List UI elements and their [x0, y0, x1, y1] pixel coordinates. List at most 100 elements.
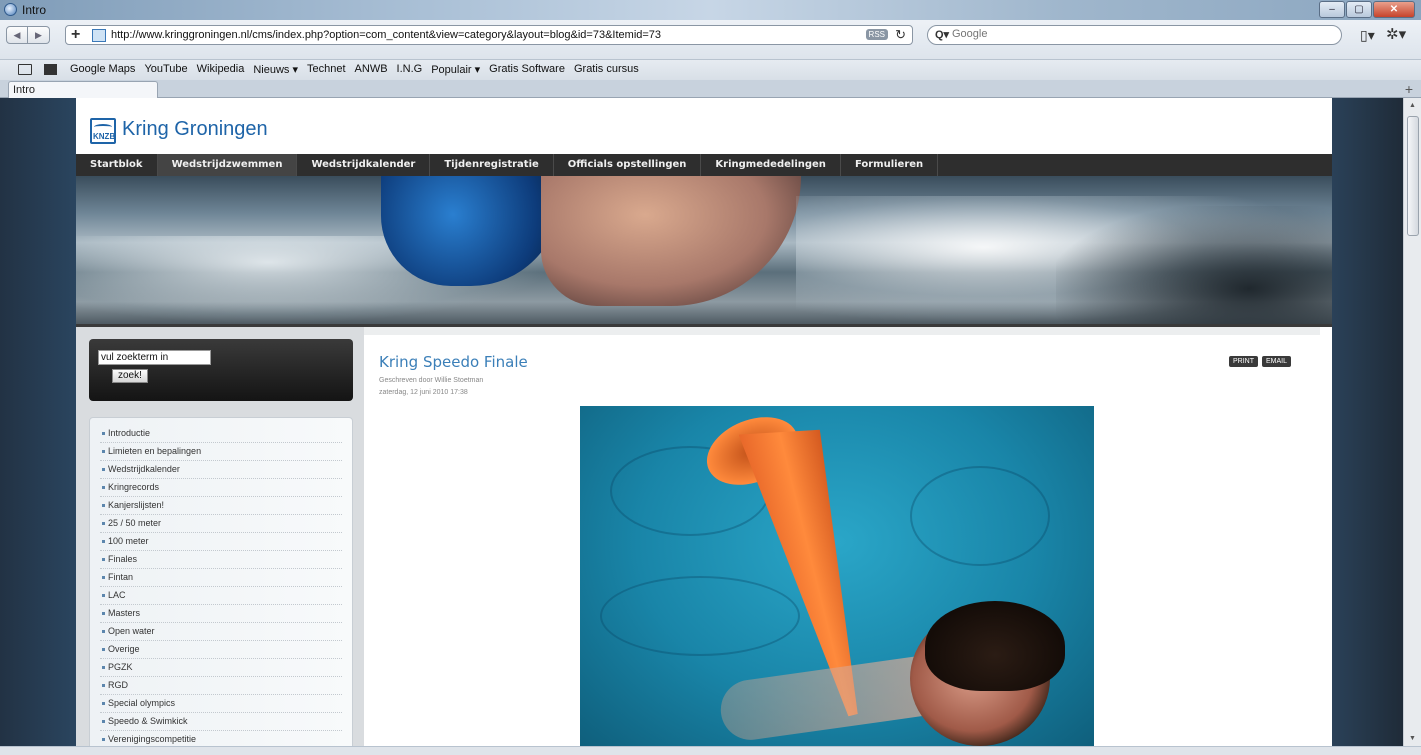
- sidebar-menu-item[interactable]: Special olympics: [100, 695, 342, 713]
- sidebar-menu-item[interactable]: Masters: [100, 605, 342, 623]
- bookmark-technet[interactable]: Technet: [307, 63, 346, 76]
- sidebar-menu-item-label: RGD: [108, 680, 128, 690]
- new-tab-button[interactable]: +: [1405, 81, 1413, 97]
- nav-kringmededelingen[interactable]: Kringmededelingen: [701, 154, 841, 176]
- sidebar-menu-item[interactable]: 25 / 50 meter: [100, 515, 342, 533]
- address-toolbar: ◀ ▶ + http://www.kringgroningen.nl/cms/i…: [0, 20, 1421, 60]
- reload-icon[interactable]: ↻: [895, 27, 906, 43]
- add-bookmark-icon[interactable]: +: [71, 26, 80, 44]
- sidebar-menu-item[interactable]: Wedstrijdkalender: [100, 461, 342, 479]
- sidebar-menu-item[interactable]: 100 meter: [100, 533, 342, 551]
- email-button[interactable]: EMAIL: [1262, 356, 1292, 367]
- print-button[interactable]: PRINT: [1229, 356, 1258, 367]
- window-title-bar: Intro – ▢ ✕: [0, 0, 1421, 20]
- sidebar-menu-item[interactable]: Verenigingscompetitie: [100, 731, 342, 746]
- sidebar-menu-item[interactable]: Speedo & Swimkick: [100, 713, 342, 731]
- site-container: KNZB Kring Groningen Startblok Wedstrijd…: [76, 98, 1332, 746]
- site-favicon-icon: [92, 29, 106, 42]
- nav-wedstrijdzwemmen[interactable]: Wedstrijdzwemmen: [157, 154, 298, 176]
- sidebar-menu-item-label: Kringrecords: [108, 482, 160, 492]
- vertical-scrollbar[interactable]: ▲ ▼: [1403, 98, 1421, 746]
- url-text[interactable]: http://www.kringgroningen.nl/cms/index.p…: [111, 29, 661, 41]
- sidebar-menu-item[interactable]: LAC: [100, 587, 342, 605]
- bookmark-gratis-cursus[interactable]: Gratis cursus: [574, 63, 639, 76]
- sidebar-menu-panel: Introductie Limieten en bepalingen Wedstri…: [89, 417, 353, 746]
- page-viewport: KNZB Kring Groningen Startblok Wedstrijd…: [0, 98, 1403, 746]
- sidebar-menu-item[interactable]: Kringrecords: [100, 479, 342, 497]
- forward-button[interactable]: ▶: [28, 26, 50, 44]
- sidebar-menu-item[interactable]: Limieten en bepalingen: [100, 443, 342, 461]
- bullet-icon: [102, 684, 105, 688]
- sidebar-menu-item[interactable]: Overige: [100, 641, 342, 659]
- bookmark-google-maps[interactable]: Google Maps: [70, 63, 135, 76]
- search-input[interactable]: [952, 28, 1322, 40]
- scroll-thumb[interactable]: [1407, 116, 1419, 236]
- settings-icon[interactable]: ✲▾: [1386, 25, 1406, 43]
- bullet-icon: [102, 576, 105, 580]
- article-title[interactable]: Kring Speedo Finale: [379, 353, 528, 371]
- rss-icon[interactable]: RSS: [865, 29, 888, 40]
- sidebar-menu-item[interactable]: Fintan: [100, 569, 342, 587]
- bookmark-populair[interactable]: Populair ▾: [431, 63, 480, 76]
- article-date: zaterdag, 12 juni 2010 17:38: [379, 389, 468, 396]
- sidebar-menu-item-label: 25 / 50 meter: [108, 518, 162, 528]
- bookmark-youtube[interactable]: YouTube: [144, 63, 187, 76]
- sidebar-menu-item-label: 100 meter: [108, 536, 149, 546]
- sidebar-menu-item-label: Verenigingscompetitie: [108, 734, 197, 744]
- nav-officials-opstellingen[interactable]: Officials opstellingen: [554, 154, 702, 176]
- sidebar-menu-item-label: Speedo & Swimkick: [108, 716, 188, 726]
- maximize-button[interactable]: ▢: [1346, 1, 1372, 18]
- tab-intro[interactable]: Intro: [8, 81, 158, 98]
- page-menu-icon[interactable]: ▯▾: [1360, 27, 1375, 44]
- window-title: Intro: [22, 3, 47, 17]
- site-header: KNZB Kring Groningen: [76, 98, 1332, 154]
- minimize-button[interactable]: –: [1319, 1, 1345, 18]
- site-search-input[interactable]: [98, 350, 211, 365]
- sidebar-menu-item[interactable]: Finales: [100, 551, 342, 569]
- logo-waves: [94, 124, 112, 130]
- address-bar[interactable]: + http://www.kringgroningen.nl/cms/index…: [65, 25, 913, 45]
- content-top-strip: [364, 327, 1320, 335]
- bullet-icon: [102, 666, 105, 670]
- top-sites-grid-icon[interactable]: [44, 64, 57, 75]
- close-button[interactable]: ✕: [1373, 1, 1415, 18]
- main-content: Kring Speedo Finale Geschreven door Will…: [364, 327, 1332, 746]
- bullet-icon: [102, 702, 105, 706]
- sidebar-menu-item-label: LAC: [108, 590, 126, 600]
- water-ripple: [910, 466, 1050, 566]
- nav-tijdenregistratie[interactable]: Tijdenregistratie: [430, 154, 554, 176]
- knzb-logo-icon[interactable]: KNZB: [90, 118, 116, 144]
- main-nav: Startblok Wedstrijdzwemmen Wedstrijdkale…: [76, 154, 1332, 176]
- scroll-down-icon[interactable]: ▼: [1409, 735, 1416, 742]
- nav-startblok[interactable]: Startblok: [76, 154, 158, 176]
- sidebar-menu: Introductie Limieten en bepalingen Wedstri…: [100, 425, 342, 746]
- back-button[interactable]: ◀: [6, 26, 28, 44]
- bullet-icon: [102, 486, 105, 490]
- sidebar-menu-item-label: Open water: [108, 626, 155, 636]
- nav-formulieren[interactable]: Formulieren: [841, 154, 939, 176]
- bullet-icon: [102, 468, 105, 472]
- bookmark-gratis-software[interactable]: Gratis Software: [489, 63, 565, 76]
- nav-wedstrijdkalender[interactable]: Wedstrijdkalender: [297, 154, 431, 176]
- search-icon[interactable]: Q▾: [935, 28, 949, 41]
- sidebar-menu-item-label: Kanjerslijsten!: [108, 500, 165, 510]
- sidebar-menu-item-label: Limieten en bepalingen: [108, 446, 202, 456]
- banner-swimmer-face: [541, 176, 801, 306]
- site-title[interactable]: Kring Groningen: [122, 118, 268, 141]
- tab-strip: Intro +: [0, 80, 1421, 98]
- sidebar-menu-item[interactable]: RGD: [100, 677, 342, 695]
- bookmark-wikipedia[interactable]: Wikipedia: [197, 63, 245, 76]
- search-box[interactable]: Q▾: [927, 25, 1342, 45]
- sidebar-menu-item[interactable]: PGZK: [100, 659, 342, 677]
- bookmarks-book-icon[interactable]: [18, 64, 32, 75]
- site-search-button[interactable]: zoek!: [112, 369, 148, 383]
- bullet-icon: [102, 450, 105, 454]
- bullet-icon: [102, 720, 105, 724]
- sidebar-menu-item[interactable]: Kanjerslijsten!: [100, 497, 342, 515]
- sidebar-menu-item[interactable]: Open water: [100, 623, 342, 641]
- bookmark-anwb[interactable]: ANWB: [355, 63, 388, 76]
- sidebar-menu-item[interactable]: Introductie: [100, 425, 342, 443]
- bookmark-nieuws[interactable]: Nieuws ▾: [253, 63, 298, 76]
- bookmark-ing[interactable]: I.N.G: [397, 63, 423, 76]
- scroll-up-icon[interactable]: ▲: [1409, 102, 1416, 109]
